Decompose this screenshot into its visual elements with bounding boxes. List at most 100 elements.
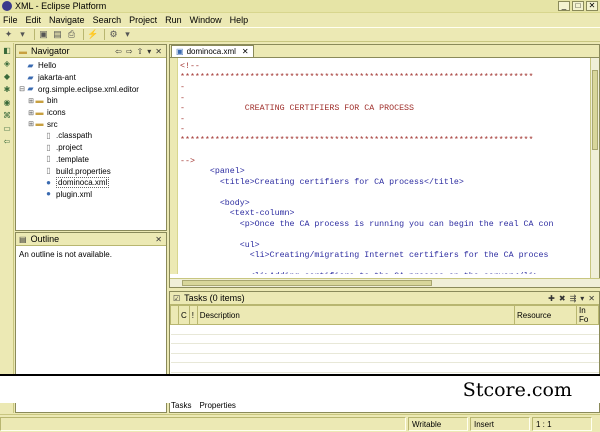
view-menu-icon[interactable]: ▾ (147, 47, 151, 56)
code-line: <body> (180, 198, 250, 208)
scroll-thumb[interactable] (592, 70, 598, 150)
save-all-icon[interactable]: ▤ (52, 29, 63, 40)
build-icon[interactable]: ⚡ (87, 29, 98, 40)
tree-item[interactable]: ● plugin.xml (18, 189, 166, 201)
editor-vertical-scrollbar[interactable] (590, 58, 599, 279)
table-cell (576, 334, 599, 344)
expand-toggle-icon[interactable]: ⊞ (27, 97, 35, 105)
code-line: --> (180, 156, 195, 166)
editor-text[interactable]: <!-- ************************************… (180, 62, 590, 274)
close-icon[interactable]: ✕ (588, 294, 595, 303)
filter-icon[interactable]: ⇶ (570, 294, 577, 303)
code-line: <p>Once the CA process is running you ca… (180, 219, 554, 229)
col-resource[interactable]: Resource (514, 305, 577, 325)
xml-file-icon: ● (46, 189, 51, 199)
close-window-button[interactable]: ✕ (586, 1, 598, 11)
outline-icon: ▤ (19, 234, 27, 244)
status-message (0, 416, 406, 431)
menu-edit[interactable]: Edit (26, 15, 42, 25)
editor-tab-label: dominoca.xml (186, 47, 236, 56)
tree-item[interactable]: ▰ Hello (18, 60, 166, 72)
print-icon[interactable]: ⎙ (66, 29, 77, 40)
menu-navigate[interactable]: Navigate (49, 15, 85, 25)
close-icon[interactable]: ✕ (155, 47, 162, 56)
minimize-button[interactable]: _ (558, 1, 570, 11)
table-cell (197, 343, 515, 354)
java-perspective-icon[interactable]: ◆ (2, 72, 12, 82)
add-task-icon[interactable]: ✚ (548, 294, 555, 303)
close-tab-icon[interactable]: ✕ (242, 47, 249, 56)
project-icon: ▰ (27, 84, 34, 94)
menu-search[interactable]: Search (93, 15, 122, 25)
dropdown-arrow-icon[interactable]: ▾ (17, 29, 28, 40)
editor-horizontal-scrollbar[interactable] (170, 278, 600, 287)
table-cell (576, 324, 599, 335)
resource-perspective-icon[interactable]: ◈ (2, 59, 12, 69)
folder-icon: ▬ (19, 46, 27, 56)
expand-toggle-icon[interactable]: ⊞ (27, 109, 35, 117)
close-icon[interactable]: ✕ (155, 235, 162, 244)
perspective-icon[interactable]: ◧ (2, 46, 12, 56)
tree-item[interactable]: ⊞ ▬ icons (18, 107, 166, 119)
tree-item-label: .project (56, 143, 83, 153)
back-arrow-icon[interactable]: ⇦ (115, 47, 122, 56)
tree-item[interactable]: ▯ .project (18, 142, 166, 154)
code-line: - (180, 114, 185, 124)
window-perspective-icon[interactable]: ▭ (2, 124, 12, 134)
col-description[interactable]: Description (196, 305, 516, 325)
forward-arrow-icon[interactable]: ⇨ (126, 47, 133, 56)
debug-perspective-icon[interactable]: ✱ (2, 85, 12, 95)
expand-toggle-icon[interactable]: ⊟ (18, 85, 26, 93)
save-icon[interactable]: ▣ (38, 29, 49, 40)
editor-tab[interactable]: ▣ dominoca.xml ✕ (171, 45, 254, 57)
delete-task-icon[interactable]: ✖ (559, 294, 566, 303)
col-in-folder[interactable]: In Fo (576, 305, 599, 325)
code-line: - (180, 83, 185, 92)
table-row (170, 362, 599, 373)
outline-title: Outline (30, 234, 60, 244)
tree-perspective-icon[interactable]: ⌘ (2, 111, 12, 121)
menu-project[interactable]: Project (129, 15, 157, 25)
tree-item[interactable]: ▯ .classpath (18, 130, 166, 142)
table-cell (576, 353, 599, 363)
tree-item[interactable]: ⊟ ▰ org.simple.eclipse.xml.editor (18, 83, 166, 95)
code-line: ****************************************… (180, 135, 534, 145)
maximize-button[interactable]: □ (572, 1, 584, 11)
scroll-thumb[interactable] (182, 280, 432, 286)
tree-item-label: dominoca.xml (56, 177, 110, 189)
tab-properties[interactable]: Properties (197, 401, 237, 410)
tree-item[interactable]: ▯ .template (18, 154, 166, 166)
tab-tasks[interactable]: Tasks (169, 401, 193, 410)
xml-file-icon: ● (46, 177, 51, 187)
team-perspective-icon[interactable]: ◉ (2, 98, 12, 108)
tree-item[interactable]: ● dominoca.xml (18, 177, 166, 189)
tree-item-label: bin (47, 96, 58, 106)
menu-run[interactable]: Run (165, 15, 182, 25)
folder-icon: ▬ (35, 119, 44, 129)
table-cell (170, 343, 179, 354)
tree-item-label: Hello (38, 61, 57, 71)
expand-toggle-icon[interactable]: ⊞ (27, 120, 35, 128)
up-folder-icon[interactable]: ⇧ (137, 47, 144, 56)
back-perspective-icon[interactable]: ⇦ (2, 137, 12, 147)
tree-item-label: org.simple.eclipse.xml.editor (38, 84, 139, 94)
menu-help[interactable]: Help (230, 15, 249, 25)
tasks-header: ☑ Tasks (0 items) ✚ ✖ ⇶ ▾ ✕ (170, 292, 599, 305)
view-menu-icon[interactable]: ▾ (580, 294, 584, 303)
run-icon[interactable]: ⚙ (108, 29, 119, 40)
col-priority[interactable]: ! (188, 305, 198, 325)
tree-item[interactable]: ▯ build.properties (18, 165, 166, 177)
col-completed[interactable]: C (178, 305, 190, 325)
menu-window[interactable]: Window (190, 15, 222, 25)
table-cell (170, 362, 179, 373)
new-icon[interactable]: ✦ (3, 29, 14, 40)
watermark-text: Stcore.com (462, 378, 572, 401)
file-icon: ▯ (46, 142, 51, 152)
table-cell (178, 362, 190, 373)
tree-item-label: .template (56, 154, 89, 164)
tree-item[interactable]: ▰ jakarta-ant (18, 72, 166, 84)
run-dropdown-icon[interactable]: ▾ (122, 29, 133, 40)
menu-file[interactable]: File (3, 15, 18, 25)
tree-item[interactable]: ⊞ ▬ bin (18, 95, 166, 107)
tree-item[interactable]: ⊞ ▬ src (18, 118, 166, 130)
